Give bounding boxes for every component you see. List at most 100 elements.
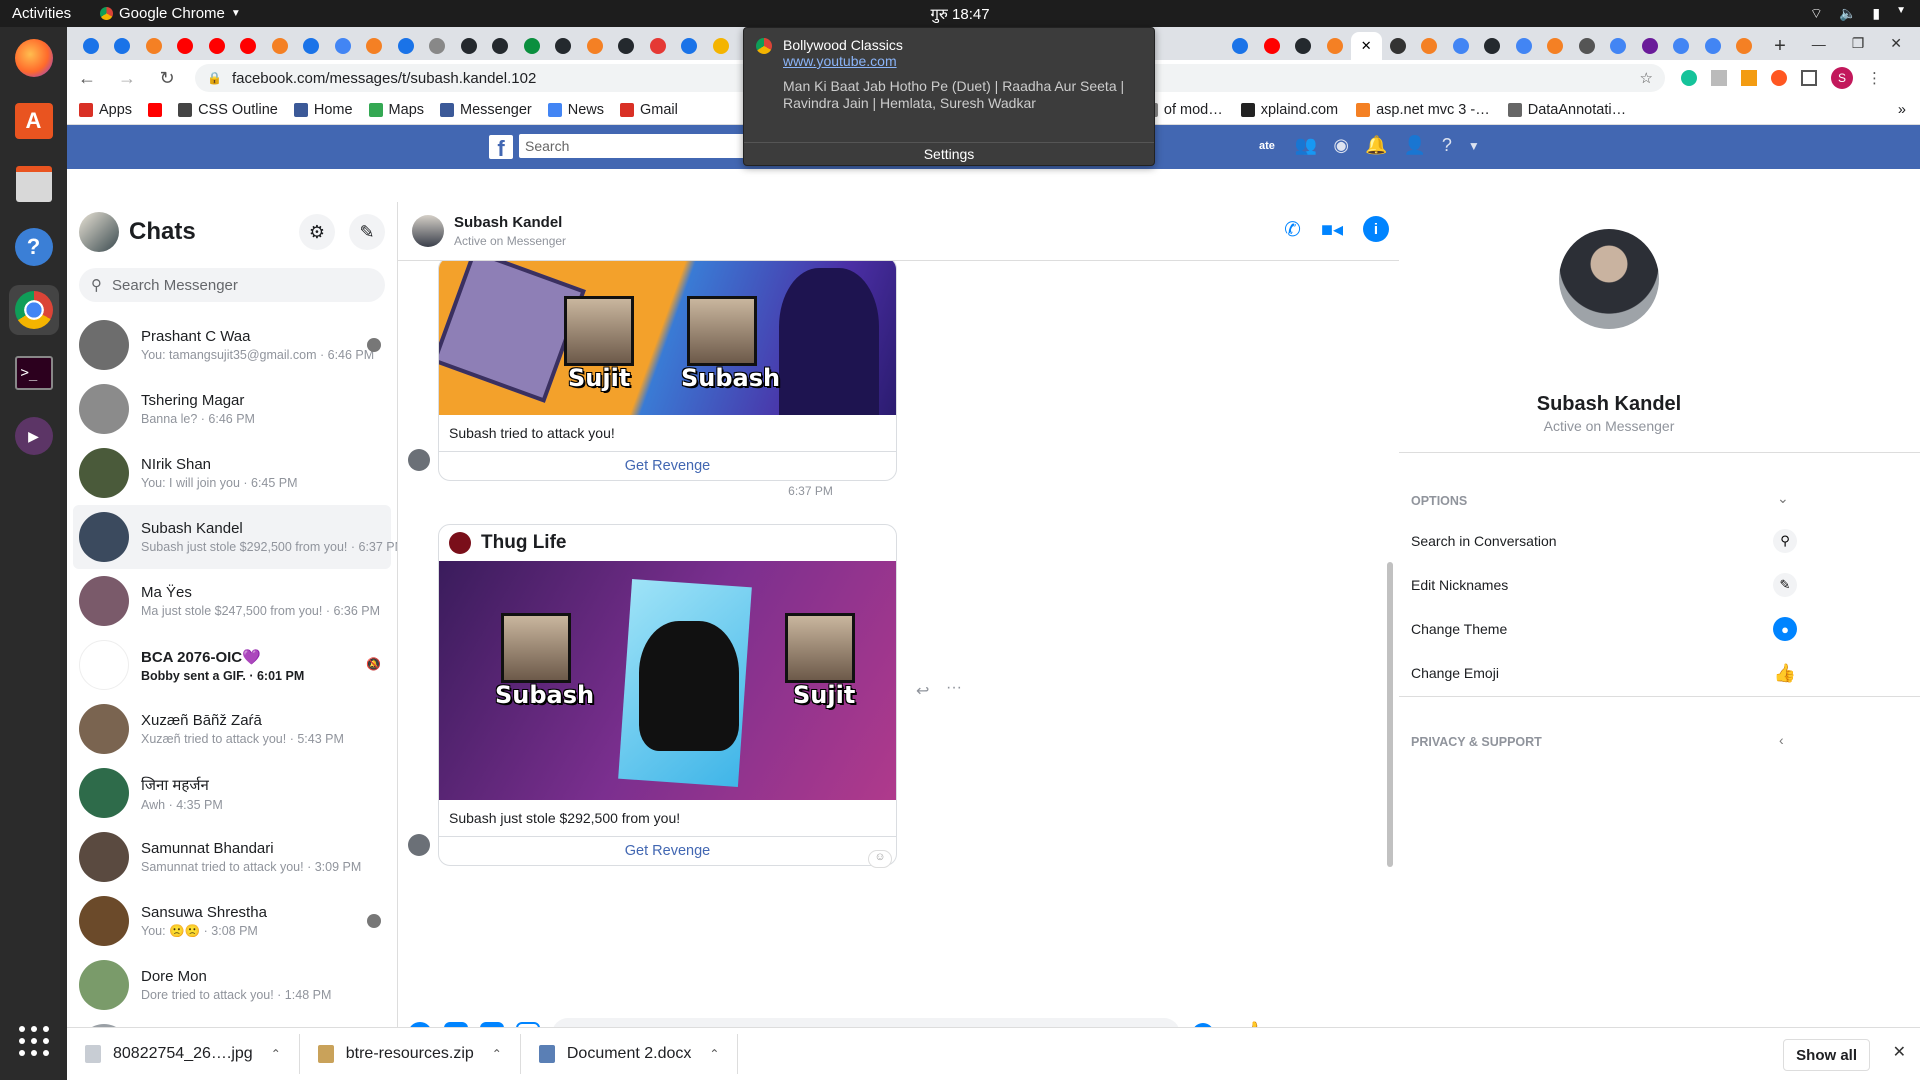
- account-caret-icon[interactable]: ▼: [1468, 139, 1480, 153]
- more-options-icon[interactable]: ···: [946, 679, 962, 697]
- bookmark-item[interactable]: xplaind.com: [1240, 102, 1338, 118]
- video-call-icon[interactable]: ■◂: [1321, 217, 1343, 242]
- browser-tab[interactable]: [674, 32, 706, 60]
- get-revenge-button[interactable]: Get Revenge: [439, 836, 896, 865]
- browser-tab[interactable]: [75, 32, 107, 60]
- new-message-icon[interactable]: ✎: [349, 214, 385, 250]
- browser-tab[interactable]: [705, 32, 737, 60]
- browser-tab[interactable]: [138, 32, 170, 60]
- chat-list-item[interactable]: BCA 2076-OIC💜 Bobby sent a GIF. · 6:01 PM…: [73, 633, 391, 697]
- react-emoji-icon[interactable]: ☺: [868, 850, 892, 868]
- extension-icon[interactable]: [1801, 70, 1817, 86]
- reload-icon[interactable]: ↻: [155, 68, 179, 89]
- option-change-emoji[interactable]: Change Emoji: [1411, 665, 1499, 681]
- option-change-theme[interactable]: Change Theme: [1411, 621, 1507, 637]
- app-menu[interactable]: Google Chrome ▼: [100, 5, 241, 22]
- download-item[interactable]: 80822754_26….jpg ⌃: [67, 1034, 300, 1074]
- notifications-bell-icon[interactable]: 🔔: [1365, 135, 1387, 156]
- browser-tab[interactable]: [611, 32, 643, 60]
- new-tab-button[interactable]: +: [1766, 32, 1794, 60]
- browser-tab[interactable]: [516, 32, 548, 60]
- bookmark-item[interactable]: asp.net mvc 3 -…: [1356, 102, 1490, 118]
- chat-list-item[interactable]: NIrik Shan You: I will join you · 6:45 PM: [73, 441, 391, 505]
- chat-list-item[interactable]: Sansuwa Shrestha You: 🙁🙁 · 3:08 PM: [73, 889, 391, 953]
- download-item[interactable]: Document 2.docx ⌃: [521, 1034, 739, 1074]
- browser-tab[interactable]: [1319, 32, 1351, 60]
- facebook-logo-icon[interactable]: f: [489, 135, 513, 161]
- conversation-info-icon[interactable]: i: [1363, 216, 1389, 242]
- browser-tab[interactable]: [1571, 32, 1603, 60]
- chevron-down-icon[interactable]: ⌄: [1777, 490, 1789, 507]
- chat-list-item[interactable]: Tshering Magar Banna le? · 6:46 PM: [73, 377, 391, 441]
- browser-tab[interactable]: [327, 32, 359, 60]
- chevron-up-icon[interactable]: ⌃: [492, 1047, 502, 1061]
- terminal-launcher[interactable]: >_: [9, 348, 59, 398]
- bookmark-item[interactable]: News: [547, 102, 604, 118]
- bookmark-item[interactable]: DataAnnotati…: [1507, 102, 1626, 118]
- browser-tab[interactable]: [453, 32, 485, 60]
- chevron-up-icon[interactable]: ⌃: [271, 1047, 281, 1061]
- files-launcher[interactable]: [9, 159, 59, 209]
- chat-list-item[interactable]: Subash Kandel Subash just stole $292,500 …: [73, 505, 397, 569]
- browser-tab[interactable]: [1540, 32, 1572, 60]
- browser-tab[interactable]: [642, 32, 674, 60]
- help-launcher[interactable]: ?: [9, 222, 59, 272]
- browser-tab[interactable]: [1729, 32, 1761, 60]
- facebook-search-input[interactable]: Search: [519, 134, 759, 158]
- show-applications-icon[interactable]: [9, 1016, 59, 1066]
- chrome-menu-icon[interactable]: ⋮: [1867, 69, 1882, 87]
- friends-icon[interactable]: 👥: [1295, 135, 1317, 156]
- extension-icon[interactable]: [1711, 70, 1727, 86]
- show-all-downloads-button[interactable]: Show all: [1783, 1039, 1870, 1071]
- bookmark-item[interactable]: Home: [293, 102, 353, 118]
- options-section-header[interactable]: OPTIONS: [1411, 494, 1467, 508]
- chat-list-item[interactable]: Samunnat Bhandari Samunnat tried to attac…: [73, 825, 391, 889]
- browser-tab[interactable]: [485, 32, 517, 60]
- settings-gear-icon[interactable]: ⚙: [299, 214, 335, 250]
- browser-tab[interactable]: [359, 32, 391, 60]
- browser-tab[interactable]: [201, 32, 233, 60]
- browser-tab[interactable]: [296, 32, 328, 60]
- close-tab-icon[interactable]: ✕: [1361, 38, 1372, 54]
- minimize-icon[interactable]: —: [1812, 36, 1826, 52]
- chat-list-item[interactable]: Dore Mon Dore tried to attack you! · 1:48…: [73, 953, 391, 1017]
- reply-icon[interactable]: ↩: [916, 681, 929, 701]
- option-edit-nicknames[interactable]: Edit Nicknames: [1411, 577, 1508, 593]
- chat-list-item[interactable]: Prashant C Waa You: tamangsujit35@gmail.c…: [73, 313, 391, 377]
- browser-tab[interactable]: [1414, 32, 1446, 60]
- notification-popup[interactable]: Bollywood Classics www.youtube.com Man K…: [743, 27, 1155, 166]
- browser-tab[interactable]: [107, 32, 139, 60]
- search-icon[interactable]: ⚲: [1773, 529, 1797, 553]
- extension-icon[interactable]: [1741, 70, 1757, 86]
- get-revenge-button[interactable]: Get Revenge: [439, 451, 896, 480]
- download-item[interactable]: btre-resources.zip ⌃: [300, 1034, 521, 1074]
- extension-icon[interactable]: [1771, 70, 1787, 86]
- browser-tab[interactable]: [1256, 32, 1288, 60]
- bookmark-item[interactable]: [148, 102, 163, 118]
- bookmark-item[interactable]: Gmail: [620, 102, 678, 118]
- activities-button[interactable]: Activities: [0, 5, 100, 22]
- privacy-support-section-header[interactable]: PRIVACY & SUPPORT: [1411, 735, 1542, 749]
- browser-tab[interactable]: [1445, 32, 1477, 60]
- more-bookmarks-icon[interactable]: »: [1898, 102, 1920, 118]
- chevron-left-icon[interactable]: ‹: [1779, 732, 1784, 748]
- bookmark-item[interactable]: Messenger: [440, 102, 532, 118]
- browser-tab[interactable]: [1697, 32, 1729, 60]
- browser-tab[interactable]: [1508, 32, 1540, 60]
- bookmark-item[interactable]: Maps: [368, 102, 424, 118]
- close-window-icon[interactable]: ✕: [1890, 35, 1902, 52]
- browser-tab[interactable]: [548, 32, 580, 60]
- notification-settings-button[interactable]: Settings: [744, 142, 1154, 165]
- messenger-icon[interactable]: ◉: [1333, 135, 1349, 156]
- close-downloads-icon[interactable]: ✕: [1893, 1042, 1906, 1062]
- theme-color-icon[interactable]: ●: [1773, 617, 1797, 641]
- contact-avatar[interactable]: [412, 215, 444, 247]
- contact-name[interactable]: Subash Kandel: [454, 214, 566, 231]
- browser-tab[interactable]: [264, 32, 296, 60]
- my-avatar[interactable]: [79, 212, 119, 252]
- browser-tab[interactable]: [1666, 32, 1698, 60]
- message-scrollbar[interactable]: [1387, 562, 1393, 867]
- firefox-launcher[interactable]: [9, 33, 59, 83]
- chat-list-item[interactable]: जिना महर्जन Awh · 4:35 PM: [73, 761, 391, 825]
- browser-tab[interactable]: [1288, 32, 1320, 60]
